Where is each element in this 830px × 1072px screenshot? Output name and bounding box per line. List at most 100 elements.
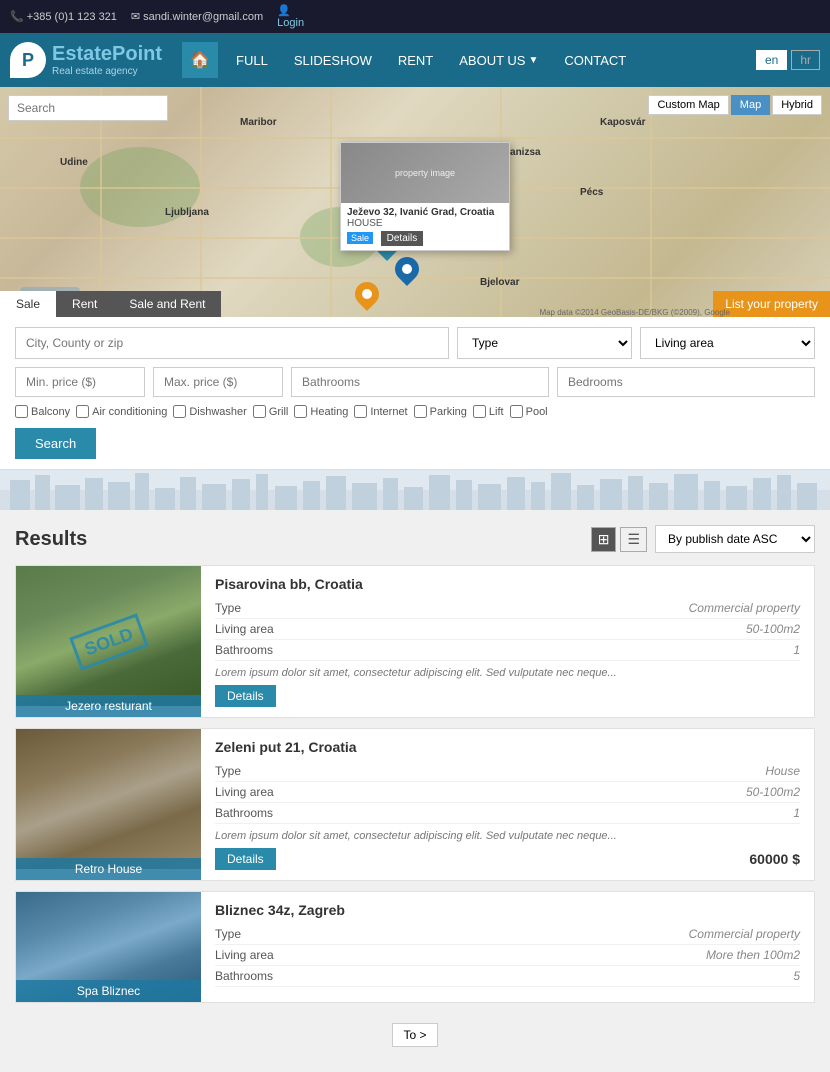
property-detail-type-1: Type Commercial property: [215, 598, 800, 619]
nav-full[interactable]: FULL: [224, 47, 280, 74]
map-search-box: [8, 95, 168, 121]
nav-slideshow[interactable]: SLIDESHOW: [282, 47, 384, 74]
parking-checkbox[interactable]: [414, 405, 427, 418]
property-desc-1: Lorem ipsum dolor sit amet, consectetur …: [215, 667, 800, 679]
max-price-input[interactable]: [153, 367, 283, 397]
bathrooms-input[interactable]: [291, 367, 549, 397]
amenity-heating[interactable]: Heating: [294, 405, 348, 418]
details-button-2[interactable]: Details: [215, 848, 276, 870]
pool-checkbox[interactable]: [510, 405, 523, 418]
phone-icon: 📞: [10, 10, 24, 23]
brand-name: EstatePoint: [52, 43, 162, 66]
search-button[interactable]: Search: [15, 428, 96, 459]
amenity-ac[interactable]: Air conditioning: [76, 405, 167, 418]
results-section: Results ⊞ ☰ By publish date ASC By publi…: [0, 510, 830, 1072]
map-tab-rent[interactable]: Rent: [56, 291, 113, 317]
amenity-pool[interactable]: Pool: [510, 405, 548, 418]
property-detail-area-3: Living area More then 100m2: [215, 945, 800, 966]
nav-rent[interactable]: RENT: [386, 47, 445, 74]
login-link[interactable]: 👤 Login: [277, 4, 304, 29]
view-toggle: ⊞ ☰: [591, 527, 647, 552]
lang-en[interactable]: en: [756, 50, 787, 70]
property-price-2: 60000 $: [749, 851, 800, 867]
grill-checkbox[interactable]: [253, 405, 266, 418]
heating-checkbox[interactable]: [294, 405, 307, 418]
logo-icon: P: [10, 42, 46, 78]
chevron-down-icon: ▼: [528, 55, 538, 66]
map-controls: Custom Map Map Hybrid: [648, 95, 822, 115]
search-amenities-row: Balcony Air conditioning Dishwasher Gril…: [15, 405, 815, 418]
amenity-internet[interactable]: Internet: [354, 405, 407, 418]
list-view-button[interactable]: ☰: [620, 527, 647, 552]
map-ctrl-custom[interactable]: Custom Map: [648, 95, 728, 115]
property-image-label-2: Retro House: [16, 858, 201, 880]
map-tab-sale-rent[interactable]: Sale and Rent: [113, 291, 221, 317]
sort-select[interactable]: By publish date ASC By publish date DESC…: [655, 525, 815, 553]
property-address-2: Zeleni put 21, Croatia: [215, 739, 800, 755]
topbar-phone: 📞 +385 (0)1 123 321: [10, 10, 117, 23]
road-1: [0, 137, 830, 139]
map-popup-body: Ježevo 32, Ivanić Grad, Croatia HOUSE Sa…: [341, 203, 509, 250]
lift-checkbox[interactable]: [473, 405, 486, 418]
lang-hr[interactable]: hr: [791, 50, 820, 70]
map-popup-image: property image: [341, 143, 509, 203]
city-input[interactable]: [15, 327, 449, 359]
language-switcher: en hr: [756, 50, 820, 70]
city-label-udine: Udine: [60, 157, 88, 168]
city-label-maribor: Maribor: [240, 117, 277, 128]
skyline-decoration: [0, 470, 830, 510]
topbar: 📞 +385 (0)1 123 321 ✉ sandi.winter@gmail…: [0, 0, 830, 33]
bedrooms-input[interactable]: [557, 367, 815, 397]
property-image-wrap-3: Spa Bliznec: [16, 892, 201, 1002]
map-ctrl-map[interactable]: Map: [731, 95, 770, 115]
ac-checkbox[interactable]: [76, 405, 89, 418]
property-image-wrap-2: Retro House: [16, 729, 201, 880]
property-card-3: Spa Bliznec Bliznec 34z, Zagreb Type Com…: [15, 891, 815, 1003]
details-button-1[interactable]: Details: [215, 685, 276, 707]
road-v3: [330, 87, 332, 317]
property-address-3: Bliznec 34z, Zagreb: [215, 902, 800, 918]
map-ctrl-hybrid[interactable]: Hybrid: [772, 95, 822, 115]
nav-contact[interactable]: CONTACT: [552, 47, 638, 74]
map-popup-details-link[interactable]: Details: [381, 231, 424, 246]
map-popup-img-label: property image: [395, 168, 455, 178]
type-select[interactable]: Type House Apartment Commercial property: [457, 327, 632, 359]
dishwasher-checkbox[interactable]: [173, 405, 186, 418]
property-image-label-1: Jezero resturant: [16, 695, 201, 717]
amenity-parking[interactable]: Parking: [414, 405, 467, 418]
results-header: Results ⊞ ☰ By publish date ASC By publi…: [15, 525, 815, 553]
map-search-input[interactable]: [8, 95, 168, 121]
map-background: Maribor Udine Ljubljana Zagreb Kaposvár …: [0, 87, 830, 317]
email-icon: ✉: [131, 10, 140, 23]
property-detail-bath-2: Bathrooms 1: [215, 803, 800, 824]
header: P EstatePoint Real estate agency 🏠 FULL …: [0, 33, 830, 87]
property-info-1: Pisarovina bb, Croatia Type Commercial p…: [201, 566, 814, 717]
grid-view-button[interactable]: ⊞: [591, 527, 617, 552]
road-v5: [650, 87, 652, 317]
pagination-to-button[interactable]: To >: [392, 1023, 437, 1047]
nav-about[interactable]: ABOUT US ▼: [447, 47, 550, 74]
amenity-lift[interactable]: Lift: [473, 405, 504, 418]
property-info-3: Bliznec 34z, Zagreb Type Commercial prop…: [201, 892, 814, 1002]
logo: P EstatePoint Real estate agency: [10, 42, 162, 78]
search-row-1: Type House Apartment Commercial property…: [15, 327, 815, 359]
property-image-2: [16, 729, 201, 869]
property-detail-bath-1: Bathrooms 1: [215, 640, 800, 661]
internet-checkbox[interactable]: [354, 405, 367, 418]
road-v2: [200, 87, 202, 317]
map-tabs: Sale Rent Sale and Rent: [0, 291, 221, 317]
amenity-dishwasher[interactable]: Dishwasher: [173, 405, 246, 418]
balcony-checkbox[interactable]: [15, 405, 28, 418]
property-info-2: Zeleni put 21, Croatia Type House Living…: [201, 729, 814, 880]
search-bar: Type House Apartment Commercial property…: [0, 317, 830, 470]
property-detail-type-3: Type Commercial property: [215, 924, 800, 945]
home-button[interactable]: 🏠: [182, 42, 218, 78]
list-property-button[interactable]: List your property: [713, 291, 830, 317]
min-price-input[interactable]: [15, 367, 145, 397]
map-tab-sale[interactable]: Sale: [0, 291, 56, 317]
amenity-grill[interactable]: Grill: [253, 405, 289, 418]
living-area-select[interactable]: Living area 0-50m2 50-100m2 More then 10…: [640, 327, 815, 359]
amenity-balcony[interactable]: Balcony: [15, 405, 70, 418]
search-row-2: [15, 367, 815, 397]
map-popup-address: Ježevo 32, Ivanić Grad, Croatia: [347, 207, 503, 218]
